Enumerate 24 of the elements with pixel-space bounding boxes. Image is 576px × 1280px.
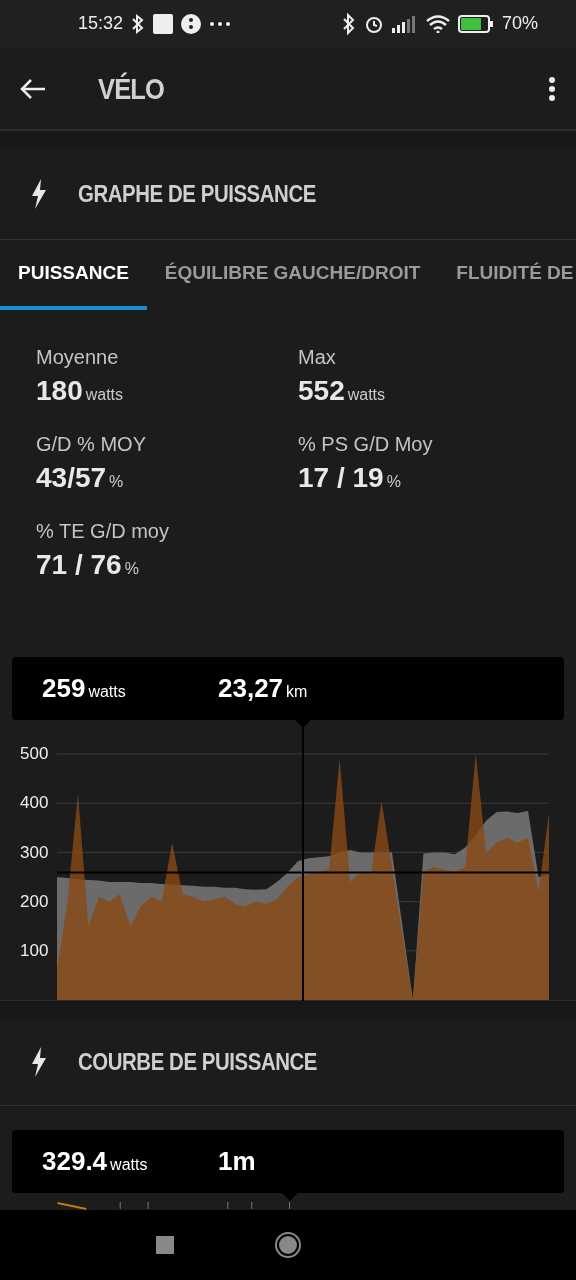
- stat-label: % TE G/D moy: [36, 519, 170, 543]
- y-axis-label: 100: [20, 941, 49, 962]
- stat-value: 180 watts: [36, 374, 125, 407]
- tooltip-value: 329.4watts: [42, 1145, 149, 1177]
- battery-percentage: 70%: [501, 13, 538, 35]
- page-title: VÉLO: [98, 71, 165, 106]
- y-axis-label: 400: [20, 793, 49, 814]
- stat-label: % PS G/D Moy: [298, 432, 434, 456]
- stat-label: Moyenne: [36, 345, 120, 369]
- y-axis-label: 200: [20, 891, 49, 912]
- clock-time: 15:32: [78, 13, 124, 35]
- tooltip-value: 23,27 km: [218, 672, 309, 704]
- tooltip-value: 1m: [218, 1145, 257, 1177]
- stat-label: G/D % MOY: [36, 432, 147, 456]
- stat-value: 17 / 19%: [298, 461, 402, 494]
- stat-value: 71 / 76%: [36, 548, 140, 581]
- stat-value: 552 watts: [298, 374, 387, 407]
- section-title: GRAPHE DE PUISSANCE: [78, 180, 316, 209]
- stat-value: 43/57%: [36, 461, 125, 494]
- y-axis-label: 300: [20, 842, 49, 863]
- section-title: COURBE DE PUISSANCE: [78, 1047, 318, 1076]
- stat-label: Max: [298, 345, 337, 369]
- tooltip-value: 259watts: [42, 672, 127, 704]
- y-axis-label: 500: [20, 744, 49, 765]
